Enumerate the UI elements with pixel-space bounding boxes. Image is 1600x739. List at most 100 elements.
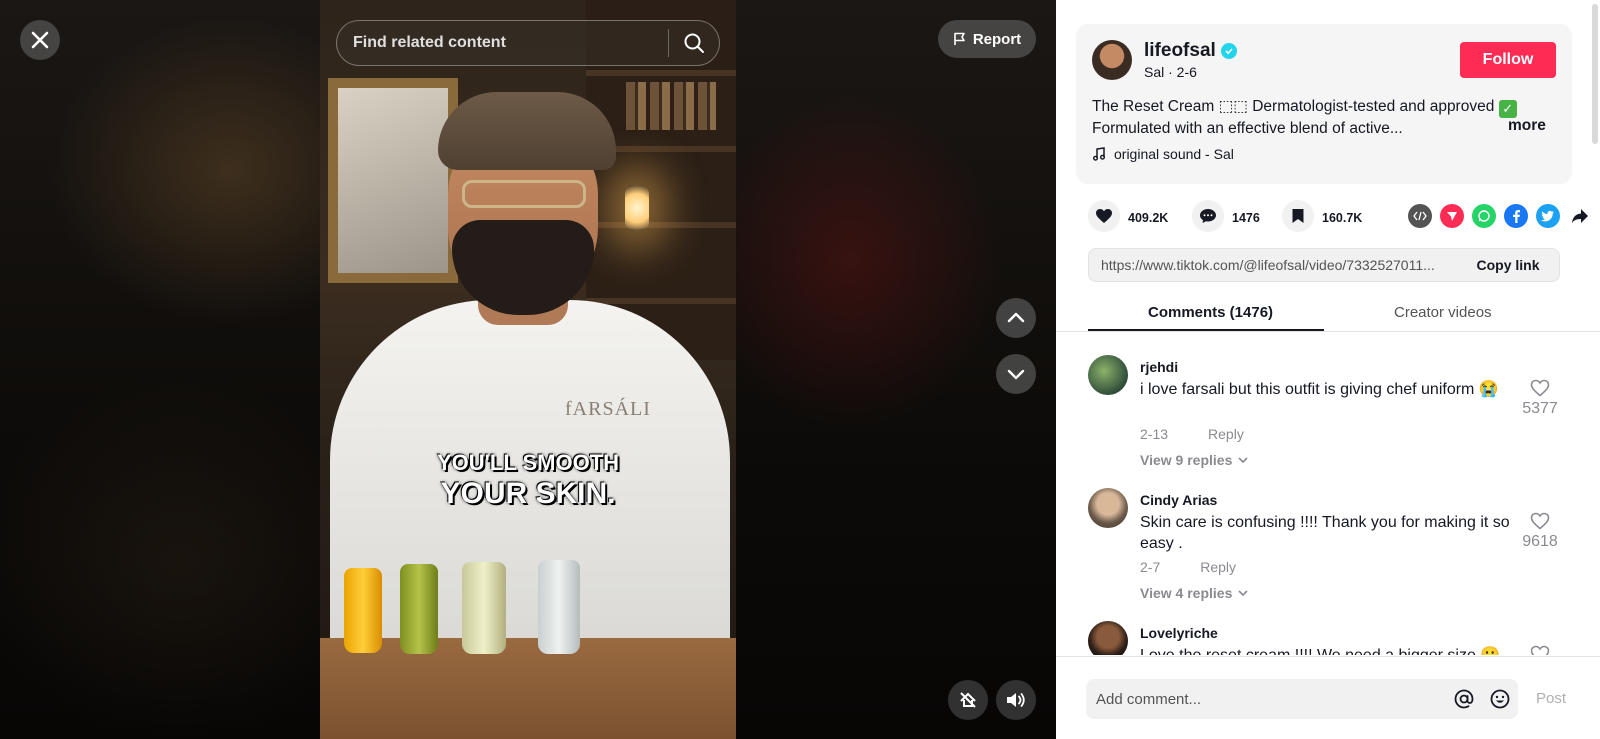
video-stage: fARSÁLI YOU'LL SMOOTH YOUR SKIN. Report [0, 0, 1056, 739]
comment-date: 2-13 [1140, 426, 1169, 442]
add-comment-input[interactable] [1096, 690, 1446, 708]
video-player[interactable]: fARSÁLI YOU'LL SMOOTH YOUR SKIN. [320, 0, 736, 739]
comment-avatar[interactable] [1088, 355, 1128, 395]
panel-scrollbar[interactable] [1592, 4, 1598, 144]
chevron-down-icon [1238, 457, 1248, 464]
comment-like-button[interactable] [1518, 645, 1562, 655]
active-tab-indicator [1088, 329, 1324, 331]
view-replies-button[interactable]: View 9 replies [1140, 452, 1248, 468]
author-username-row[interactable]: lifeofsal [1144, 40, 1237, 62]
bookmark-icon [1282, 200, 1314, 232]
view-replies-label: View 4 replies [1140, 585, 1233, 601]
whatsapp-icon[interactable] [1472, 204, 1496, 228]
volume-icon [1007, 693, 1025, 707]
comment-like-button[interactable]: 5377 [1518, 379, 1562, 418]
yellow-bottle [344, 568, 382, 653]
search-input[interactable] [353, 34, 668, 52]
report-button[interactable]: Report [938, 20, 1036, 58]
heart-outline-icon [1530, 379, 1550, 397]
copy-link-button[interactable]: Copy link [1457, 257, 1559, 273]
description-line2: Formulated with an effective blend of ac… [1092, 119, 1403, 137]
comment-stat[interactable]: 1476 [1192, 200, 1260, 232]
share-arrow-icon[interactable] [1568, 204, 1592, 228]
books [626, 82, 716, 130]
heart-outline-icon [1530, 645, 1550, 655]
like-stat[interactable]: 409.2K [1088, 200, 1169, 232]
heart-icon [1088, 200, 1120, 232]
close-button[interactable] [20, 20, 60, 60]
report-label: Report [972, 30, 1022, 48]
twitter-icon[interactable] [1536, 204, 1560, 228]
check-emoji-icon: ✓ [1498, 99, 1517, 118]
video-link-box: https://www.tiktok.com/@lifeofsal/video/… [1088, 248, 1560, 282]
engagement-row: 409.2K 1476 160.7K [1088, 200, 1588, 232]
verified-icon [1220, 43, 1237, 59]
comment-date: 2-7 [1140, 559, 1161, 575]
next-video-button[interactable] [996, 354, 1036, 394]
reply-button[interactable]: Reply [1208, 426, 1244, 442]
tab-creator-videos[interactable]: Creator videos [1394, 304, 1492, 321]
video-info-card: lifeofsal Sal · 2-6 Follow The Reset Cre… [1076, 24, 1572, 184]
post-button[interactable]: Post [1536, 690, 1566, 707]
facebook-icon[interactable] [1504, 204, 1528, 228]
reply-button[interactable]: Reply [1200, 559, 1236, 575]
like-count: 409.2K [1128, 211, 1169, 225]
save-count: 160.7K [1322, 211, 1363, 225]
lamp [625, 185, 649, 231]
search-button[interactable] [669, 20, 719, 66]
comment-composer: Post [1056, 656, 1600, 739]
author-username: lifeofsal [1144, 40, 1216, 61]
sound-link[interactable]: original sound - Sal [1092, 146, 1234, 162]
chevron-down-icon [1007, 369, 1025, 380]
video-link-text[interactable]: https://www.tiktok.com/@lifeofsal/video/… [1089, 257, 1457, 273]
comment-meta: 2-7 Reply [1140, 559, 1236, 575]
search-bar [336, 20, 720, 66]
table [320, 638, 736, 739]
mention-button[interactable] [1446, 688, 1482, 710]
author-avatar[interactable] [1092, 40, 1132, 80]
comment-like-count: 9618 [1522, 533, 1558, 550]
wall-picture [328, 78, 458, 283]
comment-text: Love the reset cream !!!! We need a bigg… [1140, 645, 1510, 655]
embed-icon[interactable] [1408, 204, 1432, 228]
send-icon[interactable] [1440, 204, 1464, 228]
emoji-icon [1490, 689, 1510, 709]
heart-outline-icon [1530, 512, 1550, 530]
green-bottle [400, 564, 438, 654]
cream-jar [462, 562, 506, 654]
view-replies-label: View 9 replies [1140, 452, 1233, 468]
presenter-glasses [462, 180, 586, 208]
follow-button[interactable]: Follow [1460, 42, 1556, 78]
comment-username[interactable]: Cindy Arias [1140, 492, 1217, 508]
floating-player-icon [960, 692, 976, 708]
author-subline: Sal · 2-6 [1144, 64, 1197, 80]
presenter-cap [438, 92, 616, 170]
more-link[interactable]: more [1508, 117, 1546, 135]
save-stat[interactable]: 160.7K [1282, 200, 1363, 232]
comment-avatar[interactable] [1088, 621, 1128, 655]
view-replies-button[interactable]: View 4 replies [1140, 585, 1248, 601]
tab-comments[interactable]: Comments (1476) [1148, 304, 1273, 321]
comment-avatar[interactable] [1088, 488, 1128, 528]
side-panel: lifeofsal Sal · 2-6 Follow The Reset Cre… [1056, 0, 1600, 739]
video-caption-line1: YOU'LL SMOOTH [436, 450, 620, 475]
comment-username[interactable]: Lovelyriche [1140, 625, 1218, 641]
floating-player-button[interactable] [948, 680, 988, 720]
comment-like-button[interactable]: 9618 [1518, 512, 1562, 551]
previous-video-button[interactable] [996, 298, 1036, 338]
comment-text: Skin care is confusing !!!! Thank you fo… [1140, 514, 1510, 552]
description-line1: The Reset Cream ⬚⬚ Dermatologist-tested … [1092, 98, 1495, 115]
search-icon [684, 33, 704, 53]
chevron-down-icon [1238, 590, 1248, 597]
comment-text: i love farsali but this outfit is giving… [1140, 381, 1499, 398]
volume-button[interactable] [996, 680, 1036, 720]
comment-username[interactable]: rjehdi [1140, 359, 1178, 375]
video-caption-line2: YOUR SKIN. [440, 477, 616, 510]
share-icons-row [1408, 204, 1592, 228]
add-comment-box [1086, 679, 1518, 719]
comment-bubble-icon [1192, 200, 1224, 232]
comment-count: 1476 [1232, 211, 1260, 225]
panel-tabs: Comments (1476) Creator videos [1056, 292, 1600, 332]
emoji-button[interactable] [1482, 688, 1518, 710]
comment-meta: 2-13 Reply [1140, 426, 1244, 442]
